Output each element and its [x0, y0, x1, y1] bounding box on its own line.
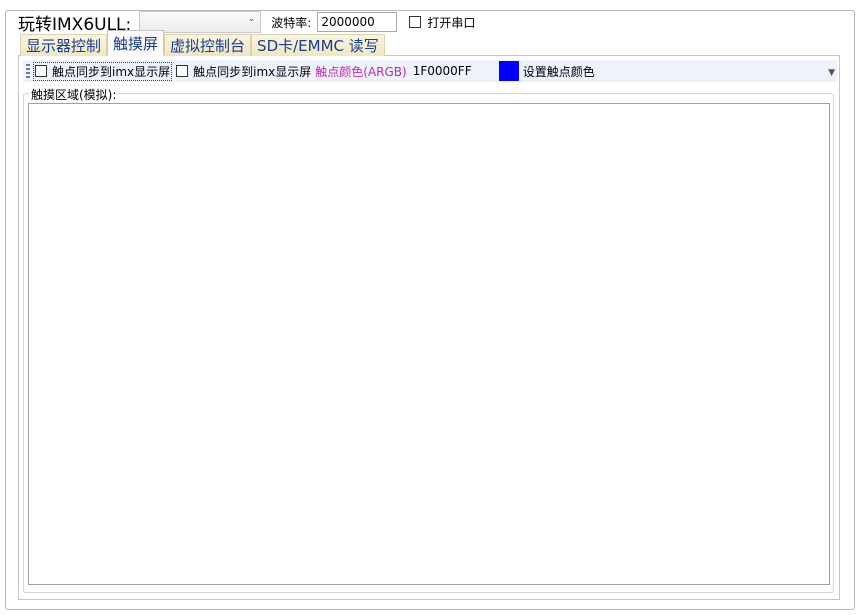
checkbox-box[interactable]: [409, 16, 422, 28]
sync-checkbox-2[interactable]: 触点同步到imx显示屏: [176, 63, 311, 80]
sync-checkbox-1-label: 触点同步到imx显示屏: [52, 64, 171, 79]
tab-touchscreen[interactable]: 触摸屏: [107, 30, 165, 56]
open-port-label: 打开串口: [427, 15, 476, 30]
tab-sd-emmc[interactable]: SD卡/EMMC 读写: [251, 34, 385, 56]
touch-color-swatch[interactable]: [498, 61, 519, 81]
toolbar-overflow-icon[interactable]: ▼: [828, 68, 835, 78]
tab-strip: 显示器控制 触摸屏 虚拟控制台 SD卡/EMMC 读写: [20, 30, 385, 56]
touch-toolbar: 触点同步到imx显示屏 触点同步到imx显示屏 触点颜色(ARGB) 1F000…: [23, 60, 837, 82]
tab-display-control[interactable]: 显示器控制: [20, 34, 108, 56]
tab-virtual-console[interactable]: 虚拟控制台: [164, 34, 252, 56]
open-port-checkbox[interactable]: 打开串口: [409, 14, 475, 31]
touch-color-value[interactable]: 1F0000FF: [413, 64, 491, 78]
touch-area-legend: 触摸区域(模拟):: [29, 86, 119, 103]
touch-simulation-canvas[interactable]: [28, 103, 830, 585]
checkbox-box[interactable]: [35, 65, 47, 77]
chevron-down-icon: ⌄: [247, 14, 256, 24]
touch-color-label: 触点颜色(ARGB): [315, 64, 407, 79]
sync-checkbox-2-label: 触点同步到imx显示屏: [193, 64, 312, 79]
set-touch-color-button[interactable]: 设置触点颜色: [523, 63, 595, 80]
toolbar-grip-icon[interactable]: [26, 64, 30, 78]
baud-rate-input[interactable]: [317, 12, 398, 32]
sync-checkbox-1[interactable]: 触点同步到imx显示屏: [33, 61, 173, 81]
baud-rate-label: 波特率:: [271, 15, 312, 30]
checkbox-box[interactable]: [176, 65, 189, 77]
